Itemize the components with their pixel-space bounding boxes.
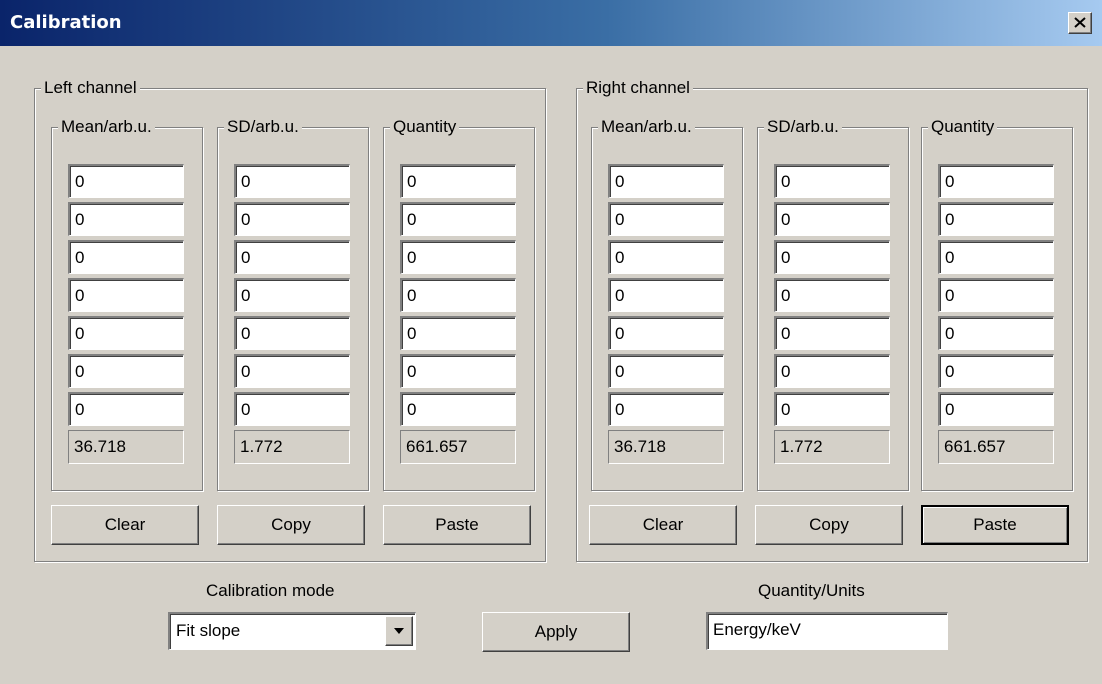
calibration-mode-value: Fit slope: [176, 621, 241, 640]
right-quantity-field-3[interactable]: 0: [938, 240, 1054, 274]
right-mean-field-7[interactable]: 0: [608, 392, 724, 426]
right-mean-result: 36.718: [608, 430, 724, 464]
right-channel-label: Right channel: [583, 78, 693, 98]
left-quantity-result: 661.657: [400, 430, 516, 464]
chevron-down-icon: [394, 628, 404, 634]
quantity-units-label: Quantity/Units: [758, 581, 865, 600]
left-mean-field-6[interactable]: 0: [68, 354, 184, 388]
left-sd-field-4[interactable]: 0: [234, 278, 350, 312]
right-mean-field-2[interactable]: 0: [608, 202, 724, 236]
right-quantity-result: 661.657: [938, 430, 1054, 464]
right-sd-field-3[interactable]: 0: [774, 240, 890, 274]
title-bar: Calibration: [0, 0, 1102, 46]
left-quantity-field-2[interactable]: 0: [400, 202, 516, 236]
right-mean-label: Mean/arb.u.: [598, 117, 695, 137]
window-title: Calibration: [10, 12, 122, 33]
right-sd-field-4[interactable]: 0: [774, 278, 890, 312]
left-mean-column: Mean/arb.u. 0 0 0 0 0 0 0 36.718: [51, 117, 203, 491]
right-mean-field-6[interactable]: 0: [608, 354, 724, 388]
left-sd-field-1[interactable]: 0: [234, 164, 350, 198]
right-channel-group: Right channel Mean/arb.u. 0 0 0 0 0 0 0 …: [576, 78, 1088, 562]
right-sd-field-5[interactable]: 0: [774, 316, 890, 350]
calibration-mode-select[interactable]: Fit slope: [168, 612, 416, 650]
apply-button[interactable]: Apply: [482, 612, 630, 652]
left-quantity-field-1[interactable]: 0: [400, 164, 516, 198]
left-channel-group: Left channel Mean/arb.u. 0 0 0 0 0 0 0 3…: [34, 78, 546, 562]
left-quantity-field-4[interactable]: 0: [400, 278, 516, 312]
right-mean-field-4[interactable]: 0: [608, 278, 724, 312]
left-mean-label: Mean/arb.u.: [58, 117, 155, 137]
right-sd-column: SD/arb.u. 0 0 0 0 0 0 0 1.772: [757, 117, 909, 491]
left-clear-button[interactable]: Clear: [51, 505, 199, 545]
right-quantity-field-2[interactable]: 0: [938, 202, 1054, 236]
left-channel-label: Left channel: [41, 78, 140, 98]
left-sd-column: SD/arb.u. 0 0 0 0 0 0 0 1.772: [217, 117, 369, 491]
left-sd-field-5[interactable]: 0: [234, 316, 350, 350]
right-mean-field-1[interactable]: 0: [608, 164, 724, 198]
right-quantity-column: Quantity 0 0 0 0 0 0 0 661.657: [921, 117, 1073, 491]
right-mean-field-5[interactable]: 0: [608, 316, 724, 350]
right-mean-column: Mean/arb.u. 0 0 0 0 0 0 0 36.718: [591, 117, 743, 491]
left-mean-field-3[interactable]: 0: [68, 240, 184, 274]
left-sd-result: 1.772: [234, 430, 350, 464]
left-quantity-label: Quantity: [390, 117, 460, 137]
left-mean-field-4[interactable]: 0: [68, 278, 184, 312]
quantity-units-input[interactable]: Energy/keV: [706, 612, 948, 650]
left-sd-field-7[interactable]: 0: [234, 392, 350, 426]
left-copy-button[interactable]: Copy: [217, 505, 365, 545]
close-icon: [1074, 17, 1086, 28]
left-quantity-field-7[interactable]: 0: [400, 392, 516, 426]
left-quantity-field-5[interactable]: 0: [400, 316, 516, 350]
left-quantity-field-6[interactable]: 0: [400, 354, 516, 388]
right-sd-field-1[interactable]: 0: [774, 164, 890, 198]
close-button[interactable]: [1068, 12, 1092, 34]
dropdown-button[interactable]: [385, 616, 413, 646]
left-quantity-field-3[interactable]: 0: [400, 240, 516, 274]
left-sd-field-6[interactable]: 0: [234, 354, 350, 388]
right-mean-field-3[interactable]: 0: [608, 240, 724, 274]
left-mean-field-7[interactable]: 0: [68, 392, 184, 426]
right-sd-field-2[interactable]: 0: [774, 202, 890, 236]
right-sd-label: SD/arb.u.: [764, 117, 842, 137]
left-mean-field-2[interactable]: 0: [68, 202, 184, 236]
left-sd-field-3[interactable]: 0: [234, 240, 350, 274]
right-quantity-field-4[interactable]: 0: [938, 278, 1054, 312]
left-quantity-column: Quantity 0 0 0 0 0 0 0 661.657: [383, 117, 535, 491]
left-sd-field-2[interactable]: 0: [234, 202, 350, 236]
right-quantity-field-7[interactable]: 0: [938, 392, 1054, 426]
right-quantity-field-5[interactable]: 0: [938, 316, 1054, 350]
left-mean-field-5[interactable]: 0: [68, 316, 184, 350]
right-quantity-field-6[interactable]: 0: [938, 354, 1054, 388]
right-sd-result: 1.772: [774, 430, 890, 464]
right-clear-button[interactable]: Clear: [589, 505, 737, 545]
right-quantity-field-1[interactable]: 0: [938, 164, 1054, 198]
left-sd-label: SD/arb.u.: [224, 117, 302, 137]
right-copy-button[interactable]: Copy: [755, 505, 903, 545]
right-sd-field-6[interactable]: 0: [774, 354, 890, 388]
left-mean-field-1[interactable]: 0: [68, 164, 184, 198]
right-quantity-label: Quantity: [928, 117, 998, 137]
right-paste-button[interactable]: Paste: [921, 505, 1069, 545]
calibration-mode-label: Calibration mode: [206, 581, 335, 600]
left-paste-button[interactable]: Paste: [383, 505, 531, 545]
left-mean-result: 36.718: [68, 430, 184, 464]
right-sd-field-7[interactable]: 0: [774, 392, 890, 426]
